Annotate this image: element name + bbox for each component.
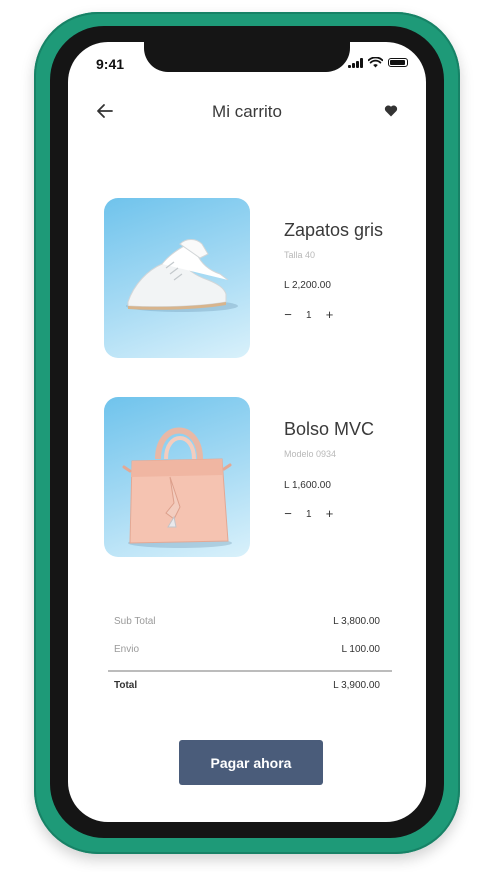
shipping-label: Envio xyxy=(114,644,140,655)
product-image-sneaker[interactable] xyxy=(104,198,250,358)
minus-icon[interactable]: − xyxy=(282,507,294,520)
total-value: L 3,900.00 xyxy=(333,680,380,691)
pay-now-button[interactable]: Pagar ahora xyxy=(179,740,323,785)
quantity-stepper: − 1 + xyxy=(282,507,336,520)
heart-icon[interactable] xyxy=(384,104,398,118)
subtotal-label: Sub Total xyxy=(114,616,156,627)
shipping-row: Envio L 100.00 xyxy=(114,644,380,655)
product-price: L 2,200.00 xyxy=(284,280,331,291)
wifi-icon xyxy=(368,57,383,68)
total-label: Total xyxy=(114,680,138,691)
quantity-value: 1 xyxy=(306,508,312,520)
page-title: Mi carrito xyxy=(212,102,282,121)
quantity-value: 1 xyxy=(306,309,312,321)
subtotal-value: L 3,800.00 xyxy=(333,616,380,627)
minus-icon[interactable]: − xyxy=(282,308,294,321)
handbag-image xyxy=(122,427,232,548)
battery-icon xyxy=(388,58,408,67)
status-time: 9:41 xyxy=(96,56,125,72)
product-price: L 1,600.00 xyxy=(284,480,331,491)
plus-icon[interactable]: + xyxy=(324,308,336,321)
subtotal-row: Sub Total L 3,800.00 xyxy=(114,616,380,627)
sneaker-image xyxy=(126,239,238,312)
phone-notch xyxy=(144,42,350,72)
product-detail: Talla 40 xyxy=(284,250,316,260)
shipping-value: L 100.00 xyxy=(341,644,380,655)
app-screen: 9:41 Mi carrito Zapatos gris Talla 40 L … xyxy=(68,42,426,822)
divider xyxy=(108,670,392,672)
quantity-stepper: − 1 + xyxy=(282,308,336,321)
plus-icon[interactable]: + xyxy=(324,507,336,520)
product-image-handbag[interactable] xyxy=(104,397,250,557)
total-row: Total L 3,900.00 xyxy=(114,680,380,691)
product-name: Zapatos gris xyxy=(284,220,384,240)
status-icons xyxy=(348,57,408,68)
signal-icon xyxy=(348,57,363,68)
product-detail: Modelo 0934 xyxy=(284,449,337,459)
product-name: Bolso MVC xyxy=(284,419,375,439)
